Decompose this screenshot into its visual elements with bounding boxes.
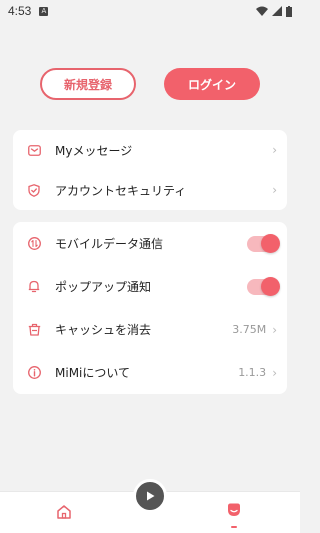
nav-home-button[interactable] — [56, 504, 72, 524]
status-icons — [256, 5, 292, 17]
menu-item-label: ポップアップ通知 — [55, 280, 152, 294]
account-card: Myメッセージ › アカウントセキュリティ › — [13, 130, 287, 210]
auth-buttons: 新規登録 ログイン — [0, 68, 300, 100]
mail-icon — [27, 143, 41, 157]
menu-item-account-security[interactable]: アカウントセキュリティ › — [13, 170, 287, 210]
menu-item-messages[interactable]: Myメッセージ › — [13, 130, 287, 170]
shield-icon — [27, 183, 41, 197]
signal-icon — [272, 6, 282, 16]
play-icon — [147, 491, 155, 501]
toggle-knob — [261, 276, 280, 296]
login-button[interactable]: ログイン — [164, 68, 260, 100]
menu-item-label: アカウントセキュリティ — [55, 183, 187, 198]
cache-size: 3.75M — [232, 323, 267, 336]
active-indicator — [231, 526, 237, 528]
profile-icon — [228, 503, 240, 516]
status-time: 4:53 — [8, 4, 32, 18]
menu-item-label: MiMiについて — [55, 366, 131, 380]
register-button[interactable]: 新規登録 — [40, 68, 136, 100]
info-icon — [27, 366, 41, 380]
chevron-right-icon: › — [272, 143, 277, 157]
home-icon — [57, 505, 71, 519]
chevron-right-icon: › — [272, 183, 277, 197]
bottom-nav — [0, 479, 300, 533]
menu-item-mobile-data: モバイルデータ通信 — [13, 222, 287, 265]
menu-item-label: Myメッセージ — [55, 143, 133, 158]
menu-item-label: モバイルデータ通信 — [55, 237, 164, 251]
data-icon — [27, 237, 41, 251]
popup-notification-toggle[interactable] — [247, 276, 280, 296]
trash-icon — [27, 323, 41, 337]
status-bar: 4:53 A — [0, 0, 300, 22]
settings-card: モバイルデータ通信 ポップアップ通知 キャッシュを消去 3.75M › MiMi… — [13, 222, 287, 394]
app-version: 1.1.3 — [238, 366, 267, 379]
menu-item-clear-cache[interactable]: キャッシュを消去 3.75M › — [13, 308, 287, 351]
menu-item-label: キャッシュを消去 — [55, 323, 152, 337]
menu-item-about[interactable]: MiMiについて 1.1.3 › — [13, 351, 287, 394]
toggle-knob — [261, 233, 280, 253]
menu-item-popup-notification: ポップアップ通知 — [13, 265, 287, 308]
bell-icon — [27, 280, 41, 294]
chevron-right-icon: › — [272, 322, 277, 337]
battery-icon — [286, 5, 292, 17]
chevron-right-icon: › — [272, 365, 277, 380]
nav-play-button[interactable] — [133, 479, 167, 513]
mobile-data-toggle[interactable] — [247, 233, 280, 253]
notification-icon: A — [39, 6, 49, 16]
wifi-icon — [256, 6, 268, 16]
nav-profile-button[interactable] — [226, 502, 242, 522]
